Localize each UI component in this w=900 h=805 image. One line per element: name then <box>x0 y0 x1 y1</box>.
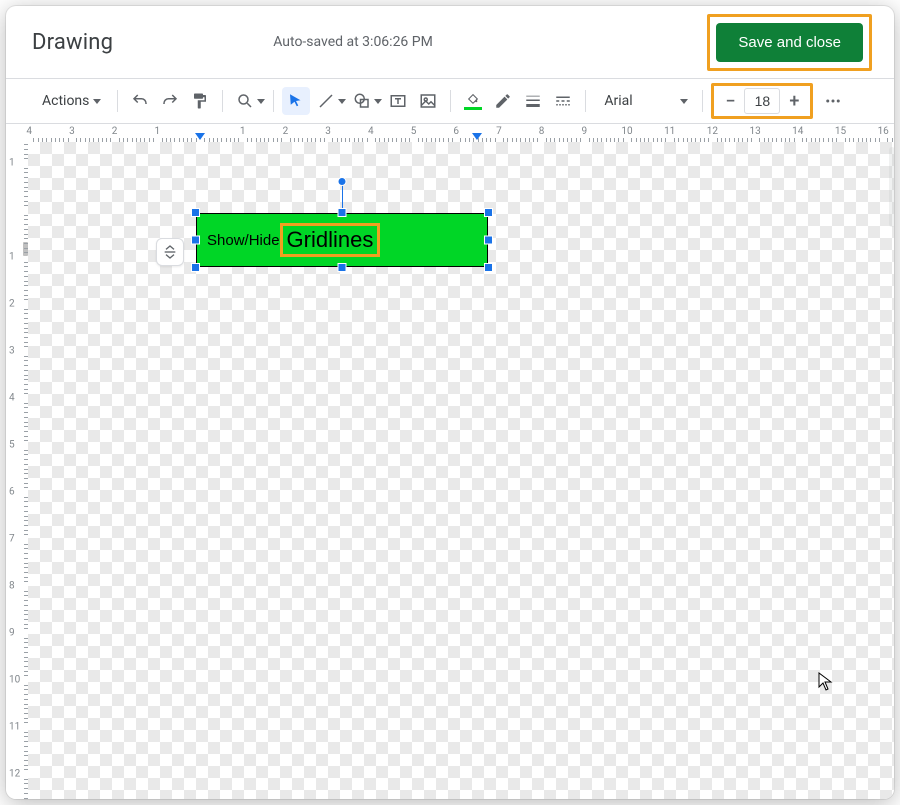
ruler-v-number: 1 <box>9 252 15 263</box>
select-tool-button[interactable] <box>282 87 310 115</box>
scrollbar-thumb[interactable] <box>889 147 894 227</box>
ruler-v-number: 11 <box>9 722 20 733</box>
ruler-v-number: 9 <box>9 628 15 639</box>
ruler-v-number: 3 <box>9 346 15 357</box>
drawing-dialog: Drawing Auto-saved at 3:06:26 PM Save an… <box>6 6 894 799</box>
border-weight-button[interactable] <box>519 87 547 115</box>
border-dash-button[interactable] <box>549 87 577 115</box>
work-area: 112345678910111213 Show/Hide Gridlines <box>6 142 894 799</box>
ruler-h-number: 9 <box>581 126 587 137</box>
separator <box>702 90 703 112</box>
highlight-save: Save and close <box>707 14 872 71</box>
ruler-v-number: 5 <box>9 440 15 451</box>
caret-down-icon[interactable] <box>374 99 382 104</box>
ruler-vertical[interactable]: 112345678910111213 <box>6 142 28 799</box>
resize-handle-e[interactable] <box>484 236 493 245</box>
separator <box>273 90 274 112</box>
ruler-h-number: 4 <box>368 126 374 137</box>
ruler-horizontal[interactable]: 432112345678910111213141516 <box>28 124 894 142</box>
actions-menu-button[interactable]: Actions <box>34 87 109 115</box>
font-family-dropdown[interactable]: Arial <box>594 87 694 115</box>
separator <box>117 90 118 112</box>
caret-down-icon <box>680 99 688 104</box>
font-size-decrease-button[interactable]: − <box>716 88 744 114</box>
highlight-font-size: − + <box>711 83 813 119</box>
shape-text-left: Show/Hide <box>207 232 280 249</box>
ruler-h-number: 1 <box>240 126 246 137</box>
ruler-h-number: 3 <box>69 126 75 137</box>
image-button[interactable] <box>414 87 442 115</box>
rotate-line <box>342 183 343 208</box>
caret-down-icon[interactable] <box>338 99 346 104</box>
resize-handle-w[interactable] <box>191 236 200 245</box>
text-box-shape[interactable]: Show/Hide Gridlines <box>196 213 488 267</box>
ruler-v-number: 7 <box>9 534 15 545</box>
ruler-h-number: 11 <box>664 126 675 137</box>
ruler-v-number: 1 <box>9 158 15 169</box>
highlight-text-fragment: Gridlines <box>280 223 381 257</box>
caret-down-icon <box>93 99 101 104</box>
dialog-header: Drawing Auto-saved at 3:06:26 PM Save an… <box>6 6 894 78</box>
ruler-v-number: 6 <box>9 487 15 498</box>
fill-color-button[interactable] <box>459 87 487 115</box>
ruler-h-number: 3 <box>325 126 331 137</box>
separator <box>450 90 451 112</box>
ruler-h-number: 16 <box>878 126 889 137</box>
actions-label: Actions <box>42 93 89 109</box>
ruler-h-number: 2 <box>112 126 118 137</box>
font-size-input[interactable] <box>744 88 780 114</box>
caret-down-icon[interactable] <box>257 99 265 104</box>
ruler-h-number: 10 <box>621 126 632 137</box>
zoom-button[interactable] <box>231 87 259 115</box>
ruler-v-number: 10 <box>9 675 20 686</box>
paint-format-button[interactable] <box>186 87 214 115</box>
ruler-h-number: 12 <box>707 126 718 137</box>
drawing-canvas[interactable]: Show/Hide Gridlines <box>28 142 894 799</box>
mouse-cursor-icon <box>818 672 834 696</box>
ruler-v-number: 4 <box>9 393 15 404</box>
undo-button[interactable] <box>126 87 154 115</box>
toolbar: Actions <box>6 79 894 123</box>
ruler-v-number: 2 <box>9 299 15 310</box>
ruler-h-number: 2 <box>283 126 289 137</box>
ruler-h-number: 6 <box>453 126 459 137</box>
resize-handle-nw[interactable] <box>191 208 200 217</box>
ruler-v-number: 12 <box>9 769 20 780</box>
redo-button[interactable] <box>156 87 184 115</box>
more-options-button[interactable] <box>819 87 847 115</box>
ruler-h-number: 14 <box>792 126 803 137</box>
font-name-label: Arial <box>604 93 632 109</box>
line-tool-button[interactable] <box>312 87 340 115</box>
textbox-button[interactable] <box>384 87 412 115</box>
resize-handle-ne[interactable] <box>484 208 493 217</box>
ruler-h-number: 1 <box>154 126 160 137</box>
ruler-h-number: 15 <box>835 126 846 137</box>
rotate-handle[interactable] <box>338 177 347 186</box>
toolbar-container: Actions <box>6 78 894 124</box>
move-handle[interactable] <box>156 238 184 266</box>
dialog-title: Drawing <box>32 30 113 55</box>
separator <box>222 90 223 112</box>
ruler-h-number: 5 <box>411 126 417 137</box>
ruler-h-number: 7 <box>496 126 502 137</box>
resize-handle-n[interactable] <box>338 208 347 217</box>
resize-handle-sw[interactable] <box>191 263 200 272</box>
font-size-increase-button[interactable]: + <box>780 88 808 114</box>
save-and-close-button[interactable]: Save and close <box>716 23 863 62</box>
selected-shape[interactable]: Show/Hide Gridlines <box>196 213 488 267</box>
ruler-v-number: 8 <box>9 581 15 592</box>
shape-tool-button[interactable] <box>348 87 376 115</box>
ruler-h-number: 8 <box>539 126 545 137</box>
ruler-h-number: 4 <box>26 126 32 137</box>
shape-text-right[interactable]: Gridlines <box>287 227 374 253</box>
separator <box>585 90 586 112</box>
ruler-h-number: 13 <box>749 126 760 137</box>
resize-handle-s[interactable] <box>338 263 347 272</box>
autosave-status: Auto-saved at 3:06:26 PM <box>273 34 433 50</box>
resize-handle-se[interactable] <box>484 263 493 272</box>
border-color-button[interactable] <box>489 87 517 115</box>
